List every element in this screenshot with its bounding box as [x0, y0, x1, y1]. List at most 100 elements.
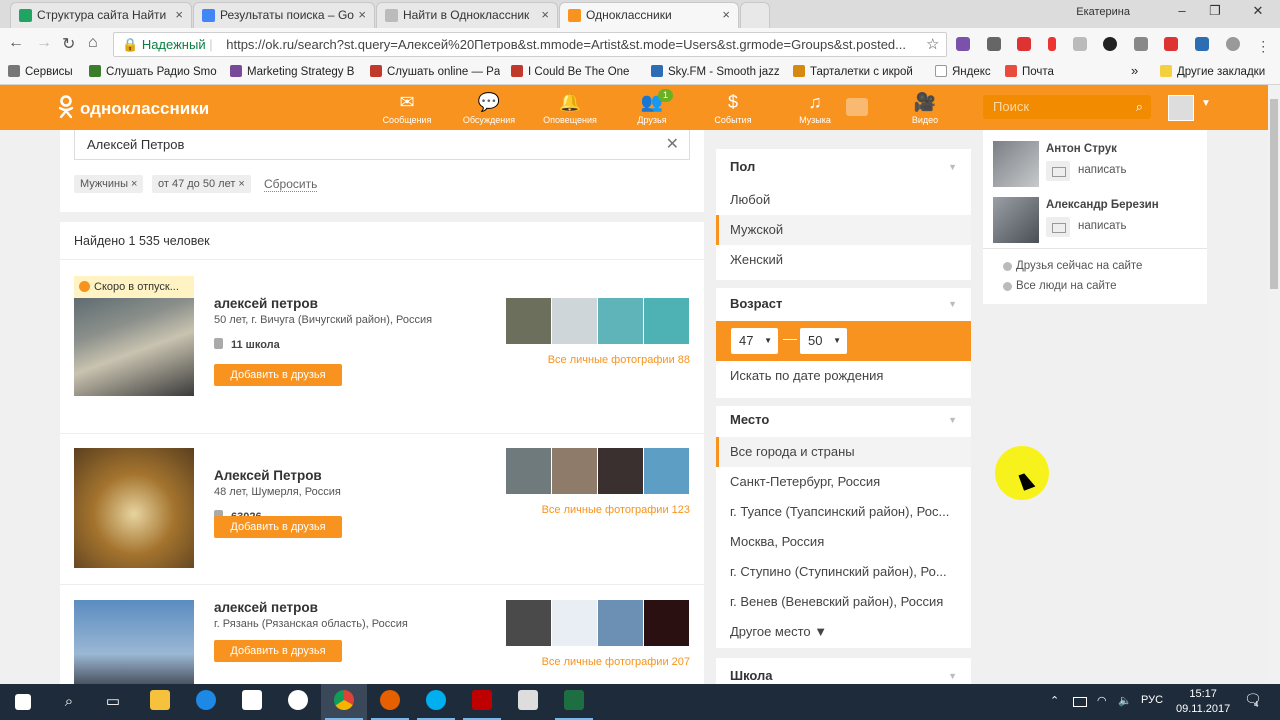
skype-icon[interactable] — [413, 684, 459, 720]
extension-icon[interactable] — [1103, 37, 1118, 51]
bookmark-item[interactable]: Слушать online — Pa — [370, 65, 500, 78]
place-option[interactable]: г. Туапсе (Туапсинский район), Рос... — [716, 497, 971, 527]
search-icon[interactable]: ⌕ — [1136, 95, 1143, 119]
photo-thumbnail[interactable] — [598, 600, 643, 646]
place-option[interactable]: Москва, Россия — [716, 527, 971, 557]
reset-filters-link[interactable]: Сбросить — [264, 177, 318, 192]
filter-chip-gender[interactable]: Мужчины × — [74, 175, 144, 193]
yandex-browser-icon[interactable] — [275, 684, 321, 720]
volume-icon[interactable]: 🔈 — [1118, 694, 1132, 707]
forward-icon[interactable]: → — [36, 34, 52, 52]
clear-icon[interactable]: ✕ — [666, 130, 679, 160]
avatar[interactable] — [993, 197, 1039, 243]
photo-thumbnail[interactable] — [506, 448, 551, 494]
profile-photo[interactable] — [74, 600, 194, 684]
photo-thumbnail[interactable] — [552, 298, 597, 344]
avatar[interactable] — [1168, 95, 1194, 121]
place-option[interactable]: г. Венев (Веневский район), Россия — [716, 587, 971, 617]
location-icon[interactable] — [1164, 37, 1179, 51]
url-field[interactable]: 🔒 Надежный | https://ok.ru/search?st.que… — [113, 32, 947, 57]
chevron-down-icon[interactable]: ▼ — [948, 299, 957, 309]
calculator-icon[interactable] — [505, 684, 551, 720]
minimize-icon[interactable]: – — [1167, 3, 1197, 18]
excel-icon[interactable] — [551, 684, 597, 720]
scrollbar-thumb[interactable] — [1270, 99, 1278, 289]
start-button[interactable] — [0, 684, 46, 720]
bookmark-item[interactable]: Сервисы — [8, 65, 73, 78]
filezilla-icon[interactable] — [459, 684, 505, 720]
maximize-icon[interactable]: ❐ — [1200, 3, 1230, 19]
age-from-select[interactable]: 47 ▼ — [731, 328, 778, 354]
tab-site-structure[interactable]: Структура сайта Найти × — [10, 2, 192, 28]
search-query-input[interactable]: Алексей Петров ✕ — [74, 130, 690, 160]
bookmark-item[interactable]: Тарталетки с икрой — [793, 65, 923, 78]
photo-thumbnail[interactable] — [598, 448, 643, 494]
more-bookmarks-button[interactable]: » — [1131, 63, 1138, 78]
photo-thumbnail[interactable] — [644, 448, 689, 494]
filter-title[interactable]: Место — [730, 412, 769, 427]
photo-thumbnail[interactable] — [598, 298, 643, 344]
play-icon[interactable] — [846, 98, 868, 116]
nav-friends[interactable]: 👥 1 Друзья — [612, 89, 692, 125]
page-scrollbar[interactable] — [1268, 85, 1280, 684]
friend-name-link[interactable]: Антон Струк — [1046, 143, 1117, 155]
add-friend-button[interactable]: Добавить в друзья — [214, 516, 342, 538]
network-icon[interactable] — [1073, 697, 1087, 707]
chevron-up-icon[interactable]: ⌃ — [1050, 694, 1059, 707]
filter-title[interactable]: Школа — [730, 668, 773, 683]
extension-icon[interactable] — [1133, 37, 1148, 51]
wifi-icon[interactable]: ◠ — [1097, 694, 1107, 707]
place-option[interactable]: Санкт-Петербург, Россия — [716, 467, 971, 497]
extension-icon[interactable] — [956, 37, 970, 51]
profile-name[interactable]: Екатерина — [1076, 6, 1130, 18]
place-option[interactable]: г. Ступино (Ступинский район), Ро... — [716, 557, 971, 587]
language-indicator[interactable]: РУС — [1141, 694, 1163, 706]
camera-icon[interactable] — [986, 37, 1001, 51]
friend-name-link[interactable]: Александр Березин — [1046, 199, 1159, 211]
chevron-down-icon[interactable]: ▼ — [948, 671, 957, 681]
profile-name-link[interactable]: алексей петров — [214, 296, 318, 311]
home-icon[interactable]: ⌂ — [88, 34, 98, 52]
other-place-dropdown[interactable]: Другое место ▼ — [716, 617, 971, 647]
gender-option-female[interactable]: Женский — [716, 245, 971, 275]
friends-online-link[interactable]: Друзья сейчас на сайте — [1002, 260, 1142, 272]
chevron-down-icon[interactable]: ▼ — [1201, 98, 1211, 109]
store-icon[interactable] — [229, 684, 275, 720]
firefox-icon[interactable] — [367, 684, 413, 720]
tab-search-results[interactable]: Результаты поиска – Go × — [193, 2, 375, 28]
extension-icon[interactable] — [1017, 37, 1032, 51]
nav-events[interactable]: $ События — [693, 91, 773, 125]
profile-name-link[interactable]: алексей петров — [214, 600, 318, 615]
yandex-icon[interactable] — [1047, 37, 1056, 51]
nav-video[interactable]: 🎥 Видео — [885, 91, 965, 125]
tab-odnoklassniki[interactable]: Одноклассники × — [559, 2, 739, 28]
extension-icon[interactable] — [1195, 37, 1209, 51]
ok-logo[interactable]: одноклассники — [58, 95, 209, 119]
new-tab-button[interactable] — [740, 2, 770, 28]
reload-icon[interactable]: ↻ — [62, 34, 75, 54]
extension-icon[interactable] — [1225, 37, 1240, 51]
search-by-birthdate-link[interactable]: Искать по дате рождения — [716, 361, 971, 391]
other-bookmarks[interactable]: Другие закладки — [1160, 65, 1265, 78]
write-message-link[interactable]: написать — [1078, 164, 1127, 176]
edge-icon[interactable] — [183, 684, 229, 720]
all-people-online-link[interactable]: Все люди на сайте — [1002, 280, 1116, 292]
chevron-down-icon[interactable]: ▼ — [948, 162, 957, 172]
profile-name-link[interactable]: Алексей Петров — [214, 468, 322, 483]
mail-icon[interactable] — [1046, 217, 1070, 237]
add-friend-button[interactable]: Добавить в друзья — [214, 640, 342, 662]
photo-thumbnail[interactable] — [644, 298, 689, 344]
bookmark-star-icon[interactable]: ☆ — [926, 35, 939, 53]
profile-photo[interactable] — [74, 448, 194, 568]
bookmark-item[interactable]: Marketing Strategy B — [230, 65, 358, 78]
nav-discussions[interactable]: 💬 Обсуждения — [449, 91, 529, 125]
bookmark-item[interactable]: Sky.FM - Smooth jazz — [651, 65, 781, 78]
photo-thumbnail[interactable] — [644, 600, 689, 646]
all-photos-link[interactable]: Все личные фотографии 123 — [542, 504, 690, 516]
all-photos-link[interactable]: Все личные фотографии 207 — [542, 656, 690, 668]
task-view-icon[interactable]: ▭ — [90, 684, 136, 720]
close-icon[interactable]: × — [722, 3, 730, 27]
bookmark-item[interactable]: Яндекс — [935, 65, 991, 78]
mail-icon[interactable] — [1046, 161, 1070, 181]
nav-music[interactable]: ♫ Музыка — [775, 91, 855, 125]
